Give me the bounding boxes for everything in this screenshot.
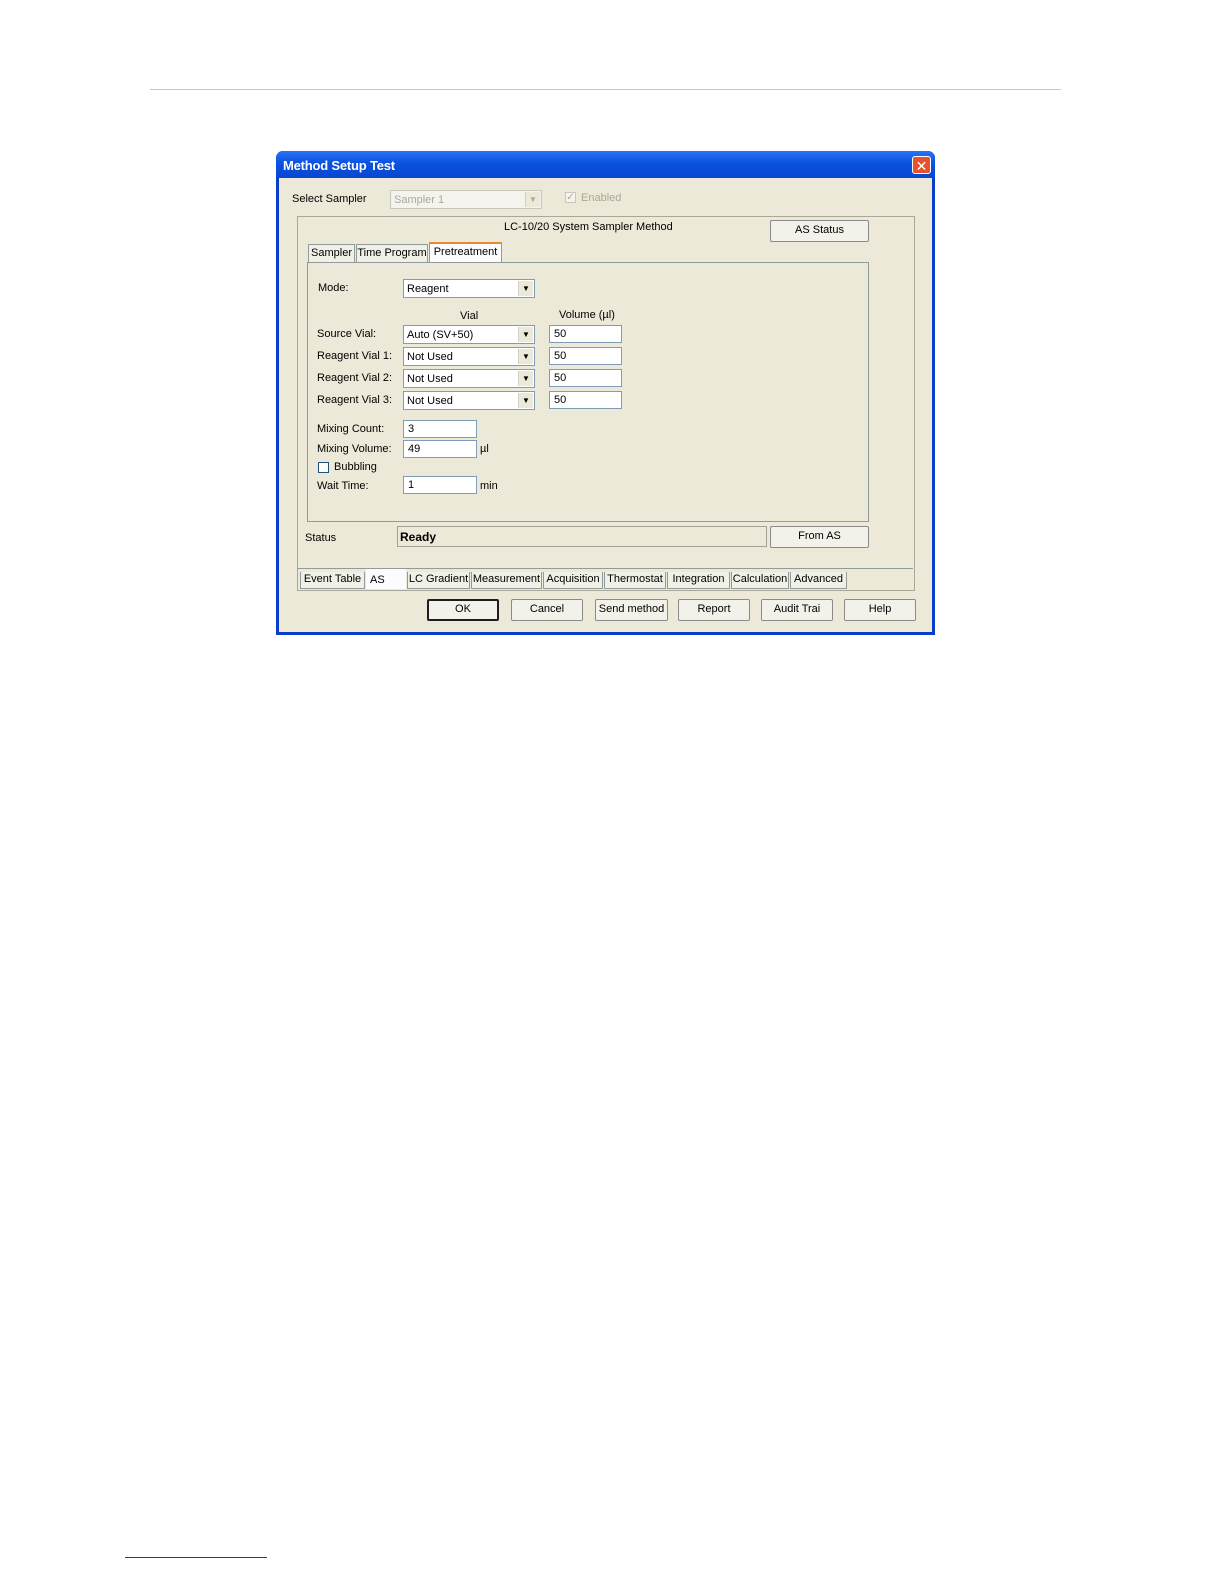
source-vial-dropdown[interactable]: Auto (SV+50) ▼ (403, 325, 535, 344)
method-setup-dialog: Method Setup Test ✕ Select Sampler Sampl… (276, 151, 935, 635)
wait-time-input[interactable]: 1 (403, 476, 477, 494)
report-button[interactable]: Report (678, 599, 750, 621)
source-vial-volume-input[interactable]: 50 (549, 325, 622, 343)
volume-column-header: Volume (µl) (559, 309, 615, 321)
reagent-vial-1-volume-input[interactable]: 50 (549, 347, 622, 365)
tab-event-table[interactable]: Event Table (300, 572, 365, 589)
reagent-vial-1-volume-value: 50 (554, 350, 567, 362)
source-vial-value: Auto (SV+50) (407, 329, 474, 341)
enabled-checkbox[interactable]: ✓ (565, 192, 576, 203)
send-method-button[interactable]: Send method (595, 599, 668, 621)
window-title: Method Setup Test (283, 158, 395, 173)
mixing-count-input[interactable]: 3 (403, 420, 477, 438)
tab-acquisition[interactable]: Acquisition (543, 572, 603, 589)
as-status-button[interactable]: AS Status (770, 220, 869, 242)
tab-sampler[interactable]: Sampler (308, 244, 355, 262)
reagent-vial-2-label: Reagent Vial 2: (317, 372, 393, 384)
group-title: LC-10/20 System Sampler Method (504, 221, 673, 233)
reagent-vial-3-value: Not Used (407, 395, 453, 407)
mode-value: Reagent (407, 283, 449, 295)
tab-as[interactable]: AS (366, 569, 406, 589)
mode-dropdown[interactable]: Reagent ▼ (403, 279, 535, 298)
reagent-vial-3-label: Reagent Vial 3: (317, 394, 393, 406)
source-vial-label: Source Vial: (317, 328, 377, 340)
reagent-vial-2-volume-value: 50 (554, 372, 567, 384)
mixing-count-value: 3 (408, 423, 415, 435)
bubbling-label: Bubbling (334, 461, 377, 473)
tab-calculation[interactable]: Calculation (731, 572, 789, 589)
close-icon[interactable]: ✕ (912, 156, 931, 174)
chevron-down-icon: ▼ (518, 327, 533, 342)
source-vial-volume-value: 50 (554, 328, 567, 340)
select-sampler-dropdown[interactable]: Sampler 1 ▼ (390, 190, 542, 209)
page-footer-rule (125, 1557, 267, 1558)
reagent-vial-3-volume-value: 50 (554, 394, 567, 406)
reagent-vial-3-volume-input[interactable]: 50 (549, 391, 622, 409)
bubbling-checkbox[interactable] (318, 462, 329, 473)
chevron-down-icon: ▼ (518, 371, 533, 386)
chevron-down-icon: ▼ (518, 393, 533, 408)
reagent-vial-2-volume-input[interactable]: 50 (549, 369, 622, 387)
tab-integration[interactable]: Integration (667, 572, 730, 589)
enabled-label: Enabled (581, 192, 622, 204)
from-as-button[interactable]: From AS (770, 526, 869, 548)
title-bar[interactable]: Method Setup Test ✕ (276, 151, 935, 178)
status-value: Ready (400, 530, 437, 544)
page-header-rule (150, 89, 1061, 90)
ok-button[interactable]: OK (427, 599, 499, 621)
mixing-volume-unit: µl (480, 443, 489, 455)
tab-pretreatment[interactable]: Pretreatment (429, 242, 502, 262)
vial-column-header: Vial (460, 310, 479, 322)
tab-lc-gradient[interactable]: LC Gradient (407, 572, 470, 589)
tab-measurement[interactable]: Measurement (471, 572, 542, 589)
tab-time-program[interactable]: Time Program (356, 244, 428, 262)
select-sampler-value: Sampler 1 (394, 194, 445, 206)
select-sampler-label: Select Sampler (292, 193, 367, 205)
mixing-volume-label: Mixing Volume: (317, 443, 392, 455)
reagent-vial-1-value: Not Used (407, 351, 453, 363)
wait-time-unit: min (480, 480, 498, 492)
tab-advanced[interactable]: Advanced (790, 572, 847, 589)
cancel-button[interactable]: Cancel (511, 599, 583, 621)
audit-trail-button[interactable]: Audit Trai (761, 599, 833, 621)
mixing-volume-input[interactable]: 49 (403, 440, 477, 458)
status-label: Status (305, 532, 337, 544)
mode-label: Mode: (318, 282, 349, 294)
dialog-client: Select Sampler Sampler 1 ▼ ✓ Enabled LC-… (279, 178, 932, 632)
wait-time-value: 1 (408, 479, 415, 491)
chevron-down-icon: ▼ (518, 349, 533, 364)
mixing-volume-value: 49 (408, 443, 421, 455)
chevron-down-icon: ▼ (518, 281, 533, 296)
reagent-vial-3-dropdown[interactable]: Not Used ▼ (403, 391, 535, 410)
reagent-vial-1-dropdown[interactable]: Not Used ▼ (403, 347, 535, 366)
wait-time-label: Wait Time: (317, 480, 369, 492)
reagent-vial-2-dropdown[interactable]: Not Used ▼ (403, 369, 535, 388)
chevron-down-icon: ▼ (525, 192, 540, 207)
reagent-vial-1-label: Reagent Vial 1: (317, 350, 393, 362)
status-field: Ready (397, 526, 767, 547)
tab-thermostat[interactable]: Thermostat (604, 572, 666, 589)
help-button[interactable]: Help (844, 599, 916, 621)
mixing-count-label: Mixing Count: (317, 423, 385, 435)
reagent-vial-2-value: Not Used (407, 373, 453, 385)
